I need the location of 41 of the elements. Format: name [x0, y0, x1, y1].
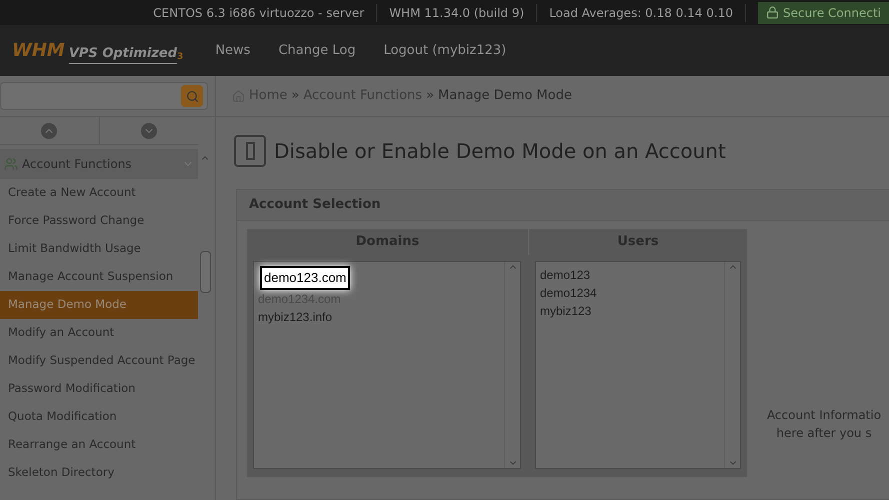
sidebar-item[interactable]: Password Modification — [0, 375, 198, 403]
nav-link[interactable]: Logout (mybiz123) — [384, 40, 506, 60]
sidebar-item[interactable]: Modify Suspended Account Page — [0, 347, 198, 375]
sidebar-item[interactable]: Rearrange an Account — [0, 431, 198, 459]
switch-icon — [234, 135, 266, 167]
sidebar-item[interactable]: Quota Modification — [0, 403, 198, 431]
breadcrumb-separator: » — [291, 87, 300, 106]
breadcrumb-separator: » — [426, 87, 434, 106]
page-title: Disable or Enable Demo Mode on an Account — [274, 138, 726, 165]
server-info: Load Averages: 0.18 0.14 0.10 — [537, 4, 746, 22]
domain-option[interactable]: demo123.com — [260, 266, 350, 290]
scrollbar-thumb[interactable] — [200, 251, 210, 293]
sidebar-item[interactable]: Manage Demo Mode — [0, 291, 198, 319]
logo-text: WHM — [12, 39, 65, 63]
sidebar-item[interactable]: Force Password Change — [0, 207, 198, 235]
sidebar-item[interactable]: Limit Bandwidth Usage — [0, 235, 198, 263]
nav-link[interactable]: Change Log — [278, 40, 356, 60]
panel-title: Account Selection — [237, 190, 889, 221]
logo-version: 3 — [177, 52, 184, 64]
sidebar-item[interactable]: Modify an Account — [0, 319, 198, 347]
server-info: CENTOS 6.3 i686 virtuozzo - server — [141, 4, 378, 22]
sidebar-item[interactable]: Skeleton Directory — [0, 459, 198, 487]
nav-link[interactable]: News — [215, 40, 250, 60]
server-info: WHM 11.34.0 (build 9) — [377, 4, 538, 22]
users-icon — [4, 157, 18, 171]
secure-connection-badge[interactable]: Secure Connecti — [758, 2, 889, 24]
sidebar-item[interactable]: Manage Account Suspension — [0, 263, 198, 291]
logo-subtitle: VPS Optimized — [68, 44, 178, 64]
lock-icon — [766, 6, 779, 19]
user-option[interactable]: mybiz123 — [540, 302, 720, 320]
search-button[interactable] — [181, 85, 203, 107]
sidebar-item[interactable]: Create a New Account — [0, 179, 198, 207]
domain-option[interactable]: mybiz123.info — [258, 308, 500, 326]
info-text: Account Informatio — [766, 407, 882, 424]
user-list[interactable]: demo123 demo1234 mybiz123 — [535, 261, 741, 469]
search-field[interactable] — [0, 82, 208, 110]
user-option[interactable]: demo123 — [540, 266, 720, 284]
user-option[interactable]: demo1234 — [540, 284, 720, 302]
info-text: here after you s — [776, 425, 872, 442]
current-page-label: Manage Demo Mode — [438, 87, 572, 106]
search-icon — [186, 90, 198, 102]
